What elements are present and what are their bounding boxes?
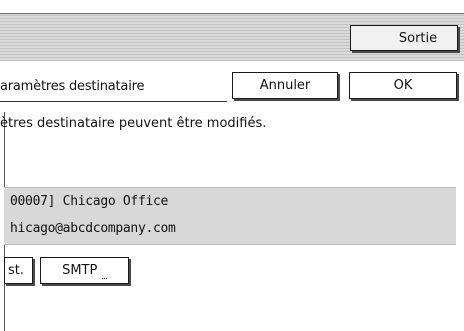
ok-button-label: OK — [393, 78, 413, 93]
cancel-button[interactable]: Annuler — [232, 72, 338, 99]
exit-button[interactable]: Sortie — [350, 25, 458, 51]
title-underline — [0, 101, 227, 102]
destination-name: 00007] Chicago Office — [10, 194, 169, 209]
info-message: ètres destinataire peuvent être modifiés… — [0, 116, 267, 131]
dest-button[interactable]: st. — [4, 257, 33, 284]
dialog-title: aramètres destinataire — [0, 79, 145, 94]
more-options-icon: ... — [101, 271, 108, 282]
smtp-button-label: SMTP — [62, 263, 98, 278]
ok-button[interactable]: OK — [349, 72, 457, 99]
exit-button-label: Sortie — [398, 30, 438, 46]
smtp-button[interactable]: SMTP ... — [40, 257, 129, 284]
cancel-button-label: Annuler — [259, 78, 311, 93]
dest-button-label: st. — [8, 263, 25, 278]
destination-panel: 00007] Chicago Office hicago@abcdcompany… — [4, 187, 456, 245]
destination-email: hicago@abcdcompany.com — [10, 221, 176, 236]
